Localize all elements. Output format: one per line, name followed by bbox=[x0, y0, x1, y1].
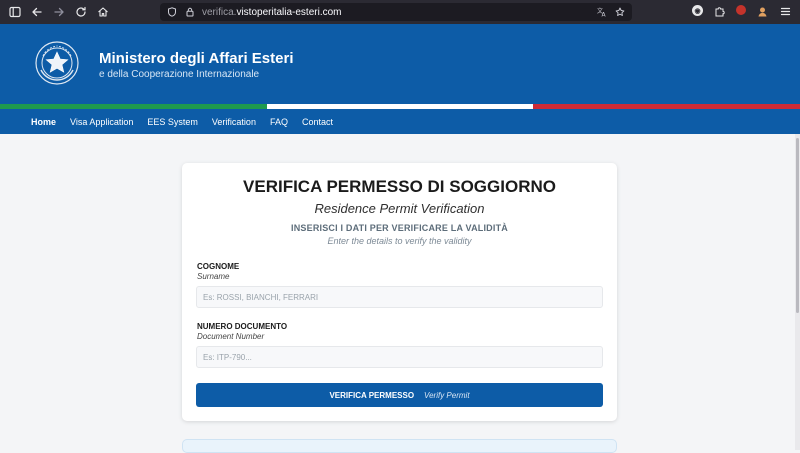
nav-faq[interactable]: FAQ bbox=[270, 117, 288, 127]
site-header: Ministero degli Affari Esteri e della Co… bbox=[0, 24, 800, 104]
nav-verification[interactable]: Verification bbox=[212, 117, 256, 127]
ministry-title: Ministero degli Affari Esteri bbox=[99, 50, 294, 67]
main-navigation: Home Visa Application EES System Verific… bbox=[0, 109, 800, 134]
puzzle-icon[interactable] bbox=[713, 5, 726, 18]
url-text: verifica.vistoperitalia-esteri.com bbox=[202, 7, 342, 18]
reload-icon[interactable] bbox=[74, 5, 88, 19]
form-subtitle: Residence Permit Verification bbox=[314, 201, 485, 216]
italian-republic-emblem bbox=[35, 41, 79, 85]
svg-text:A: A bbox=[602, 12, 607, 18]
home-icon[interactable] bbox=[96, 5, 110, 19]
address-bar[interactable]: verifica.vistoperitalia-esteri.com 文A bbox=[160, 3, 632, 21]
verify-permit-button[interactable]: VERIFICA PERMESSO Verify Permit bbox=[196, 383, 603, 407]
sidebar-icon[interactable] bbox=[8, 5, 22, 19]
privacy-extension-icon[interactable] bbox=[756, 5, 769, 18]
browser-toolbar: verifica.vistoperitalia-esteri.com 文A ◉ bbox=[0, 0, 800, 24]
url-domain: vistoperitalia-esteri.com bbox=[236, 6, 342, 18]
nav-ees-system[interactable]: EES System bbox=[147, 117, 198, 127]
document-number-label-en: Document Number bbox=[197, 332, 265, 341]
verify-button-label-en: Verify Permit bbox=[424, 390, 470, 400]
url-subdomain: verifica. bbox=[202, 6, 237, 18]
page-scrollbar[interactable] bbox=[795, 134, 800, 450]
extension-icon[interactable] bbox=[736, 5, 746, 15]
verification-form-card: VERIFICA PERMESSO DI SOGGIORNO Residence… bbox=[182, 163, 617, 421]
form-title: VERIFICA PERMESSO DI SOGGIORNO bbox=[243, 177, 556, 196]
nav-contact[interactable]: Contact bbox=[302, 117, 333, 127]
star-icon[interactable] bbox=[614, 6, 626, 18]
scrollbar-thumb[interactable] bbox=[796, 138, 799, 313]
form-instructions-en: Enter the details to verify the validity bbox=[327, 236, 472, 246]
account-avatar-icon[interactable]: ◉ bbox=[692, 5, 703, 16]
forward-arrow-icon[interactable] bbox=[52, 5, 66, 19]
document-number-label: NUMERO DOCUMENTO bbox=[197, 322, 288, 331]
surname-label: COGNOME bbox=[197, 262, 240, 271]
surname-label-en: Surname bbox=[197, 272, 230, 281]
back-arrow-icon[interactable] bbox=[30, 5, 44, 19]
hamburger-menu-icon[interactable] bbox=[779, 5, 792, 18]
document-number-input[interactable] bbox=[196, 346, 603, 368]
lock-icon[interactable] bbox=[184, 6, 196, 18]
ministry-subtitle: e della Cooperazione Internazionale bbox=[99, 69, 260, 80]
nav-visa-application[interactable]: Visa Application bbox=[70, 117, 133, 127]
info-panel bbox=[182, 439, 617, 453]
surname-input[interactable] bbox=[196, 286, 603, 308]
nav-home[interactable]: Home bbox=[31, 117, 56, 127]
translate-icon[interactable]: 文A bbox=[596, 6, 608, 18]
verify-button-label: VERIFICA PERMESSO bbox=[329, 390, 415, 400]
form-instructions: INSERISCI I DATI PER VERIFICARE LA VALID… bbox=[291, 223, 508, 233]
shield-icon[interactable] bbox=[166, 6, 178, 18]
